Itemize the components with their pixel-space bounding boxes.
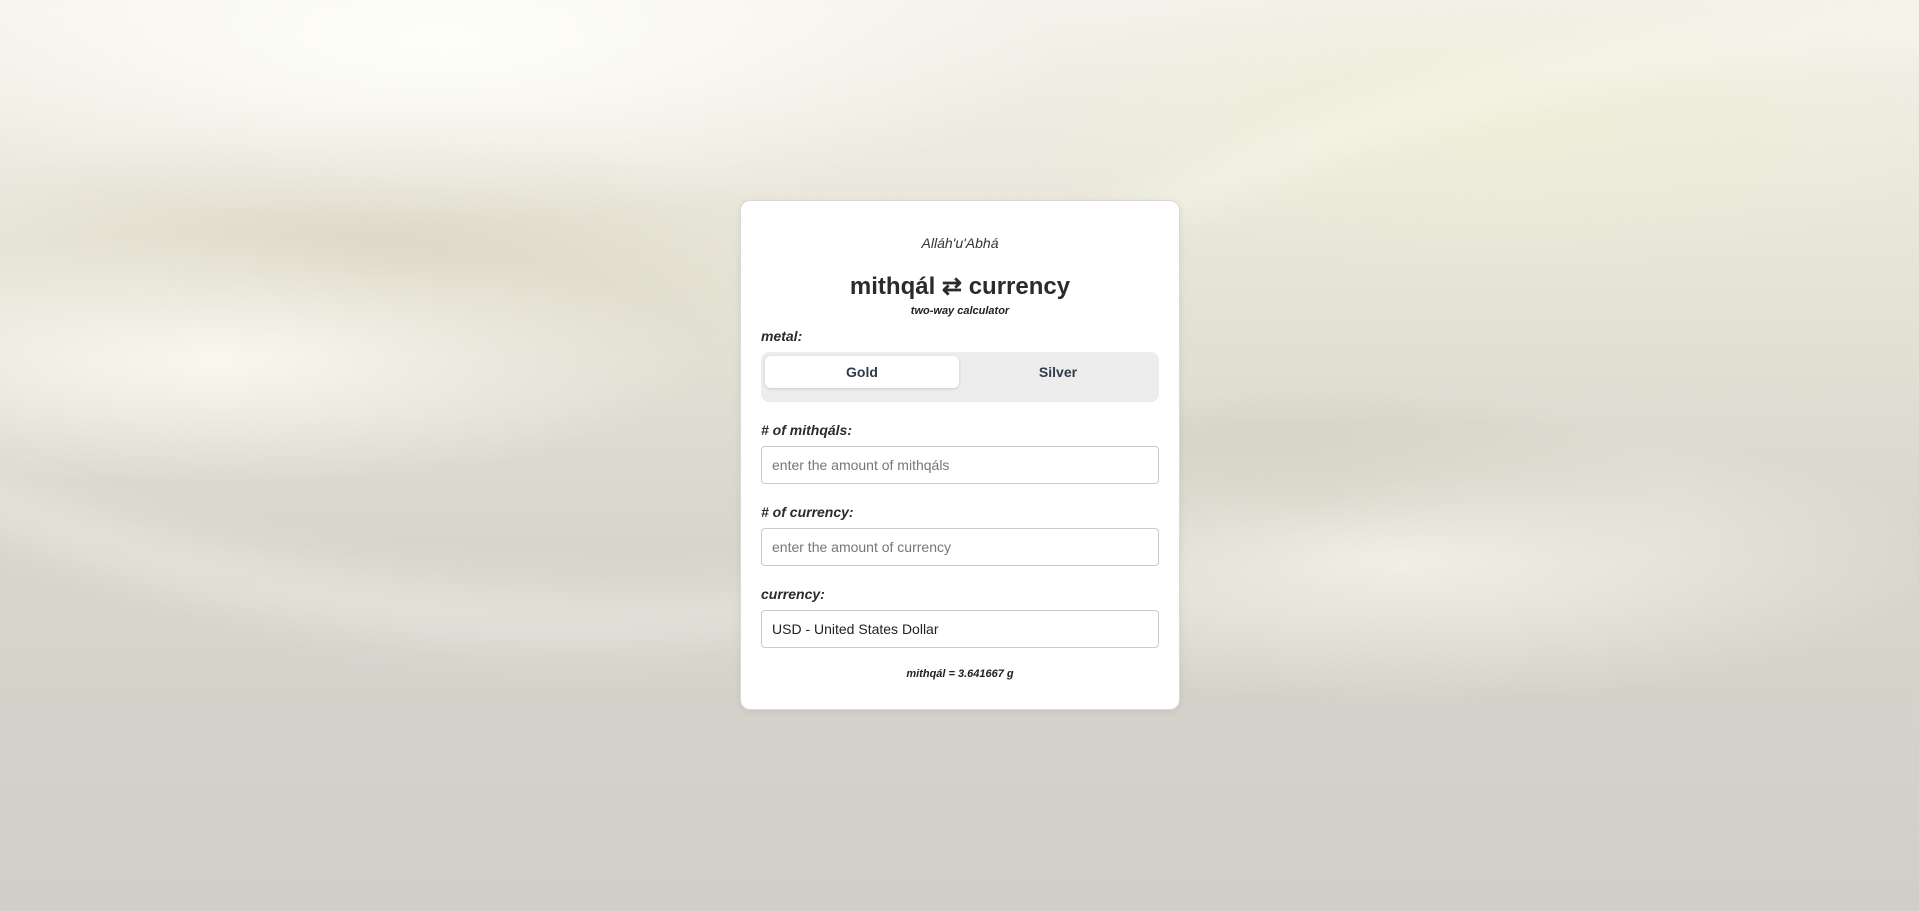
metal-option-gold[interactable]: Gold [765, 356, 959, 388]
currency-select[interactable]: USD - United States Dollar [761, 610, 1159, 648]
mithqals-input[interactable] [761, 446, 1159, 484]
page-title: mithqál ⇄ currency [849, 273, 1071, 300]
greeting-text: Alláh'u'Abhá [921, 235, 999, 251]
metal-option-silver[interactable]: Silver [961, 356, 1155, 388]
currency-amount-label: # of currency: [761, 504, 854, 520]
conversion-note: mithqál = 3.641667 g [906, 668, 1014, 680]
currency-amount-input[interactable] [761, 528, 1159, 566]
currency-label: currency: [761, 586, 825, 602]
calculator-card: Alláh'u'Abhá mithqál ⇄ currency two-way … [740, 200, 1180, 710]
mithqals-label: # of mithqáls: [761, 422, 853, 438]
metal-toggle: Gold Silver [761, 352, 1159, 402]
page-subtitle: two-way calculator [910, 305, 1010, 317]
metal-label: metal: [761, 328, 803, 344]
